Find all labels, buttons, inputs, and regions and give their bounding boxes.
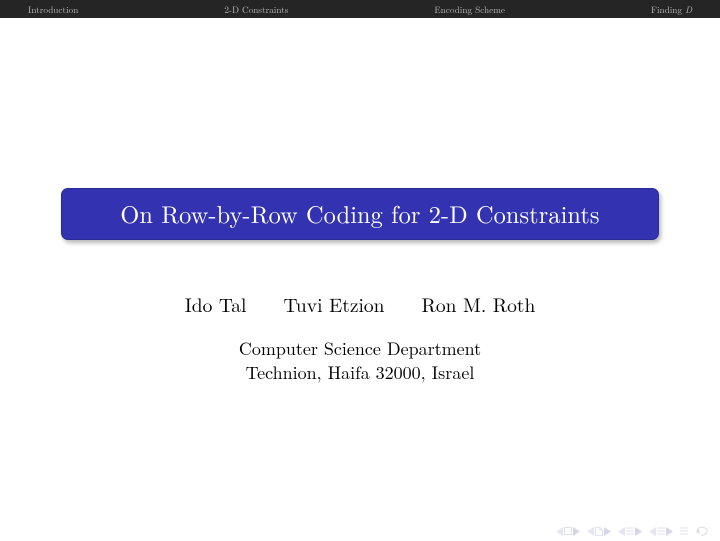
nav-step-fwd-group[interactable] [649, 527, 673, 536]
tri-right-icon [666, 527, 673, 536]
nav-section-finding-prefix: Finding [651, 3, 685, 16]
affiliation-line-2: Technion, Haifa 32000, Israel [0, 361, 720, 385]
slide-title: On Row-by-Row Coding for 2-D Constraints [120, 197, 599, 231]
tri-right-icon [573, 527, 580, 536]
affiliation-line-1: Computer Science Department [0, 337, 720, 361]
authors-line: Ido Tal Tuvi Etzion Ron M. Roth [0, 290, 720, 318]
doc-icon [595, 527, 603, 536]
nav-end-group[interactable] [680, 527, 688, 535]
author-1: Ido Tal [185, 290, 247, 318]
undo-icon [695, 526, 711, 536]
nav-section-introduction[interactable]: Introduction [28, 3, 78, 16]
title-block: On Row-by-Row Coding for 2-D Constraints [61, 188, 659, 240]
slide-body: On Row-by-Row Coding for 2-D Constraints… [0, 18, 720, 541]
tri-right-icon [635, 527, 642, 536]
nav-section-encoding[interactable]: Encoding Scheme [434, 3, 505, 16]
nav-section-constraints[interactable]: 2-D Constraints [224, 3, 288, 16]
author-2: Tuvi Etzion [283, 290, 384, 318]
beamer-slide: Introduction 2-D Constraints Encoding Sc… [0, 0, 720, 541]
affiliation-block: Computer Science Department Technion, Ha… [0, 337, 720, 385]
nav-step-back-group[interactable] [618, 527, 642, 536]
beamer-footer-nav [556, 526, 711, 536]
bars-icon [657, 527, 665, 535]
square-icon [564, 527, 572, 535]
nav-first-group[interactable] [556, 527, 580, 536]
tri-left-icon [618, 527, 625, 536]
section-navbar: Introduction 2-D Constraints Encoding Sc… [0, 0, 720, 18]
bars-icon [626, 527, 634, 535]
bars-icon [680, 527, 688, 535]
tri-left-icon [556, 527, 563, 536]
author-3: Ron M. Roth [422, 290, 536, 318]
nav-prev-group[interactable] [587, 527, 611, 536]
tri-right-icon [604, 527, 611, 536]
nav-section-finding[interactable]: Finding D [651, 3, 692, 16]
tri-left-icon [587, 527, 594, 536]
nav-section-finding-var: D [685, 3, 692, 16]
tri-left-icon [649, 527, 656, 536]
nav-home-group[interactable] [695, 526, 711, 536]
